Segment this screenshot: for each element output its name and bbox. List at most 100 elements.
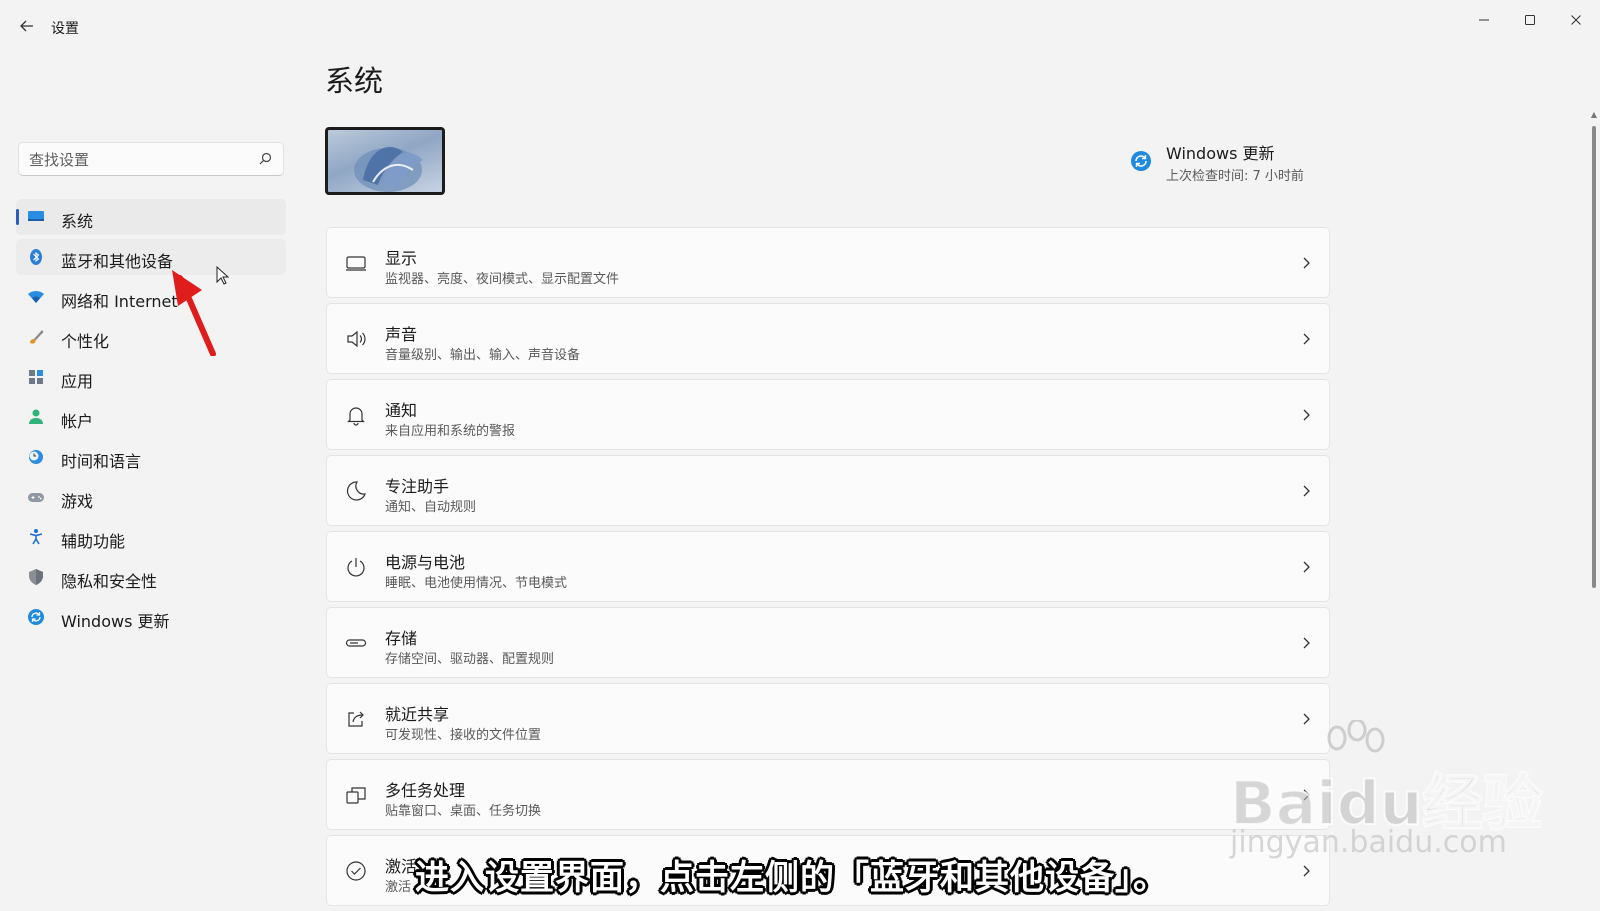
sidebar-item-accessibility[interactable]: 辅助功能 (16, 519, 286, 555)
chevron-right-icon (1303, 257, 1310, 269)
brush-icon (30, 330, 44, 344)
clock-globe-icon (29, 450, 43, 464)
multitask-icon (346, 787, 366, 804)
scroll-thumb[interactable] (1592, 126, 1596, 588)
check-circle-icon (346, 861, 366, 881)
sidebar-item-windows-update[interactable]: Windows 更新 (16, 599, 286, 635)
windows-update-icon (1131, 151, 1151, 171)
scroll-up-arrow-icon[interactable]: ▲ (1590, 110, 1598, 120)
card-title: 专注助手 (385, 477, 450, 496)
sidebar-item-privacy-security[interactable]: 隐私和安全性 (16, 559, 286, 595)
card-title: 显示 (385, 249, 418, 268)
windows-update-link[interactable]: Windows 更新 (1166, 140, 1275, 164)
sidebar-item-label: 隐私和安全性 (61, 572, 158, 591)
card-focus-assist[interactable]: 专注助手 通知、自动规则 (326, 455, 1330, 526)
card-power-battery[interactable]: 电源与电池 睡眠、电池使用情况、节电模式 (326, 531, 1330, 602)
speaker-icon (347, 330, 366, 348)
page-title: 系统 (325, 64, 384, 98)
wallpaper-bloom-icon (354, 147, 423, 192)
card-subtitle: 监视器、亮度、夜间模式、显示配置文件 (385, 272, 620, 287)
card-subtitle: 存储空间、驱动器、配置规则 (385, 652, 555, 667)
card-title: 声音 (385, 325, 418, 344)
back-button[interactable] (14, 14, 40, 38)
bluetooth-icon (30, 249, 42, 265)
maximize-button[interactable] (1508, 6, 1552, 34)
card-title: 电源与电池 (385, 553, 466, 572)
sidebar-item-label: 帐户 (61, 412, 94, 431)
apps-icon (29, 370, 43, 384)
person-icon (29, 409, 43, 424)
close-button[interactable] (1554, 6, 1598, 34)
search-input[interactable] (27, 143, 251, 177)
video-caption: 进入设置界面，点击左侧的「蓝牙和其他设备」。 (415, 858, 1168, 898)
sidebar-item-label: 蓝牙和其他设备 (61, 252, 174, 271)
sidebar-item-label: 游戏 (61, 492, 94, 511)
search-box[interactable] (18, 142, 284, 177)
moon-icon (346, 481, 366, 501)
card-subtitle: 睡眠、电池使用情况、节电模式 (385, 576, 568, 591)
chevron-right-icon (1303, 333, 1310, 345)
accessibility-icon (29, 529, 43, 545)
card-title: 就近共享 (385, 705, 450, 724)
title-bar: 设置 (0, 0, 1600, 52)
sidebar-item-label: 应用 (61, 372, 94, 391)
shield-icon (29, 569, 43, 585)
search-icon[interactable] (257, 151, 273, 167)
minimize-icon (1479, 19, 1489, 21)
sidebar-item-gaming[interactable]: 游戏 (16, 479, 286, 515)
sidebar-item-system[interactable]: 系统 (16, 199, 286, 235)
sidebar-item-network[interactable]: 网络和 Internet (16, 279, 286, 315)
sidebar-item-label: 系统 (61, 212, 94, 231)
minimize-button[interactable] (1462, 6, 1506, 34)
power-icon (347, 558, 365, 577)
maximize-icon (1525, 15, 1535, 25)
baidu-watermark: Baidu经验 jingyan.baidu.com (1225, 720, 1543, 875)
display-icon (346, 256, 366, 271)
card-title: 多任务处理 (385, 781, 466, 800)
sidebar-item-label: 网络和 Internet (61, 292, 178, 311)
card-nearby-sharing[interactable]: 就近共享 可发现性、接收的文件位置 (326, 683, 1330, 754)
sidebar-item-accounts[interactable]: 帐户 (16, 399, 286, 435)
wifi-icon (28, 290, 44, 303)
chevron-right-icon (1303, 637, 1310, 649)
app-title: 设置 (51, 21, 79, 37)
card-multitasking[interactable]: 多任务处理 贴靠窗口、桌面、任务切换 (326, 759, 1330, 830)
card-sound[interactable]: 声音 音量级别、输出、输入、声音设备 (326, 303, 1330, 374)
chevron-right-icon (1303, 409, 1310, 421)
settings-card-list: 显示 监视器、亮度、夜间模式、显示配置文件 声音 音量级别、输出、输入、声音设备… (326, 227, 1330, 911)
watermark-url: jingyan.baidu.com (1230, 825, 1507, 860)
share-icon (348, 711, 364, 727)
bell-icon (347, 407, 365, 426)
update-icon (28, 609, 44, 625)
card-subtitle: 音量级别、输出、输入、声音设备 (385, 348, 581, 363)
close-icon (1571, 15, 1581, 25)
sidebar-item-personalization[interactable]: 个性化 (16, 319, 286, 355)
gamepad-icon (28, 493, 44, 502)
settings-window: 设置 系统 蓝牙和其他设备 网络和 Internet (0, 0, 1600, 906)
sidebar-nav: 系统 蓝牙和其他设备 网络和 Internet 个性化 应用 帐户 时间和语言 (16, 199, 286, 639)
sidebar-item-label: 辅助功能 (61, 532, 126, 551)
card-title: 通知 (385, 401, 418, 420)
card-subtitle: 来自应用和系统的警报 (385, 424, 516, 439)
sidebar-item-time-language[interactable]: 时间和语言 (16, 439, 286, 475)
card-title: 激活 (385, 857, 418, 876)
last-check-time: 上次检查时间: 7 小时前 (1166, 169, 1304, 184)
card-title: 存储 (385, 629, 418, 648)
card-display[interactable]: 显示 监视器、亮度、夜间模式、显示配置文件 (326, 227, 1330, 298)
storage-icon (345, 639, 367, 647)
sidebar-item-apps[interactable]: 应用 (16, 359, 286, 395)
sidebar-item-label: Windows 更新 (61, 612, 170, 631)
sidebar-item-bluetooth[interactable]: 蓝牙和其他设备 (16, 239, 286, 275)
chevron-right-icon (1303, 485, 1310, 497)
vertical-scrollbar[interactable]: ▲ (1590, 110, 1598, 900)
card-notifications[interactable]: 通知 来自应用和系统的警报 (326, 379, 1330, 450)
mouse-cursor-icon (216, 266, 230, 285)
card-subtitle: 通知、自动规则 (385, 500, 477, 515)
sidebar-item-label: 时间和语言 (61, 452, 142, 471)
card-storage[interactable]: 存储 存储空间、驱动器、配置规则 (326, 607, 1330, 678)
card-subtitle: 可发现性、接收的文件位置 (385, 728, 542, 743)
card-subtitle: 贴靠窗口、桌面、任务切换 (385, 804, 542, 819)
back-arrow-icon (20, 20, 33, 32)
desktop-wallpaper-thumbnail[interactable] (325, 127, 445, 195)
chevron-right-icon (1303, 561, 1310, 573)
